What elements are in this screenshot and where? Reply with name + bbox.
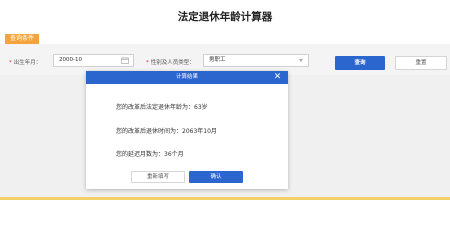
query-conditions-tag: 查询条件 bbox=[5, 34, 39, 44]
required-mark: * bbox=[9, 60, 12, 66]
query-button[interactable]: 查询 bbox=[335, 56, 385, 70]
birth-date-label-text: 出生年月： bbox=[13, 60, 42, 66]
reset-button[interactable]: 重置 bbox=[395, 56, 447, 70]
calendar-icon[interactable] bbox=[121, 57, 129, 64]
birth-date-label: * 出生年月： bbox=[9, 58, 41, 66]
delay-months-result: 您的延迟月数为：36个月 bbox=[116, 151, 184, 158]
required-mark: * bbox=[146, 60, 149, 66]
dialog-title: 计算结果 bbox=[175, 74, 198, 80]
person-type-value: 男职工 bbox=[209, 57, 226, 63]
person-type-label: * 性别及人员类型： bbox=[146, 58, 195, 66]
page-title: 法定退休年龄计算器 bbox=[177, 11, 273, 23]
retirement-age-result: 您的改革后法定退休年龄为：63岁 bbox=[116, 104, 208, 111]
dialog-header: 计算结果 ✕ bbox=[86, 71, 288, 84]
bottom-decor-bar bbox=[0, 197, 450, 200]
retirement-time-result: 您的改革后退休时间为：2063年10月 bbox=[116, 128, 217, 135]
result-dialog: 计算结果 ✕ 您的改革后法定退休年龄为：63岁 您的改革后退休时间为：2063年… bbox=[86, 71, 288, 189]
person-type-select[interactable]: 男职工 bbox=[203, 54, 309, 67]
birth-date-value: 2000-10 bbox=[59, 57, 82, 63]
person-type-label-text: 性别及人员类型： bbox=[150, 60, 195, 66]
confirm-button[interactable]: 确认 bbox=[189, 171, 243, 183]
refill-button[interactable]: 重新填写 bbox=[131, 171, 185, 183]
close-icon[interactable]: ✕ bbox=[273, 73, 282, 82]
chevron-down-icon bbox=[299, 59, 303, 62]
birth-date-input[interactable]: 2000-10 bbox=[53, 54, 134, 67]
